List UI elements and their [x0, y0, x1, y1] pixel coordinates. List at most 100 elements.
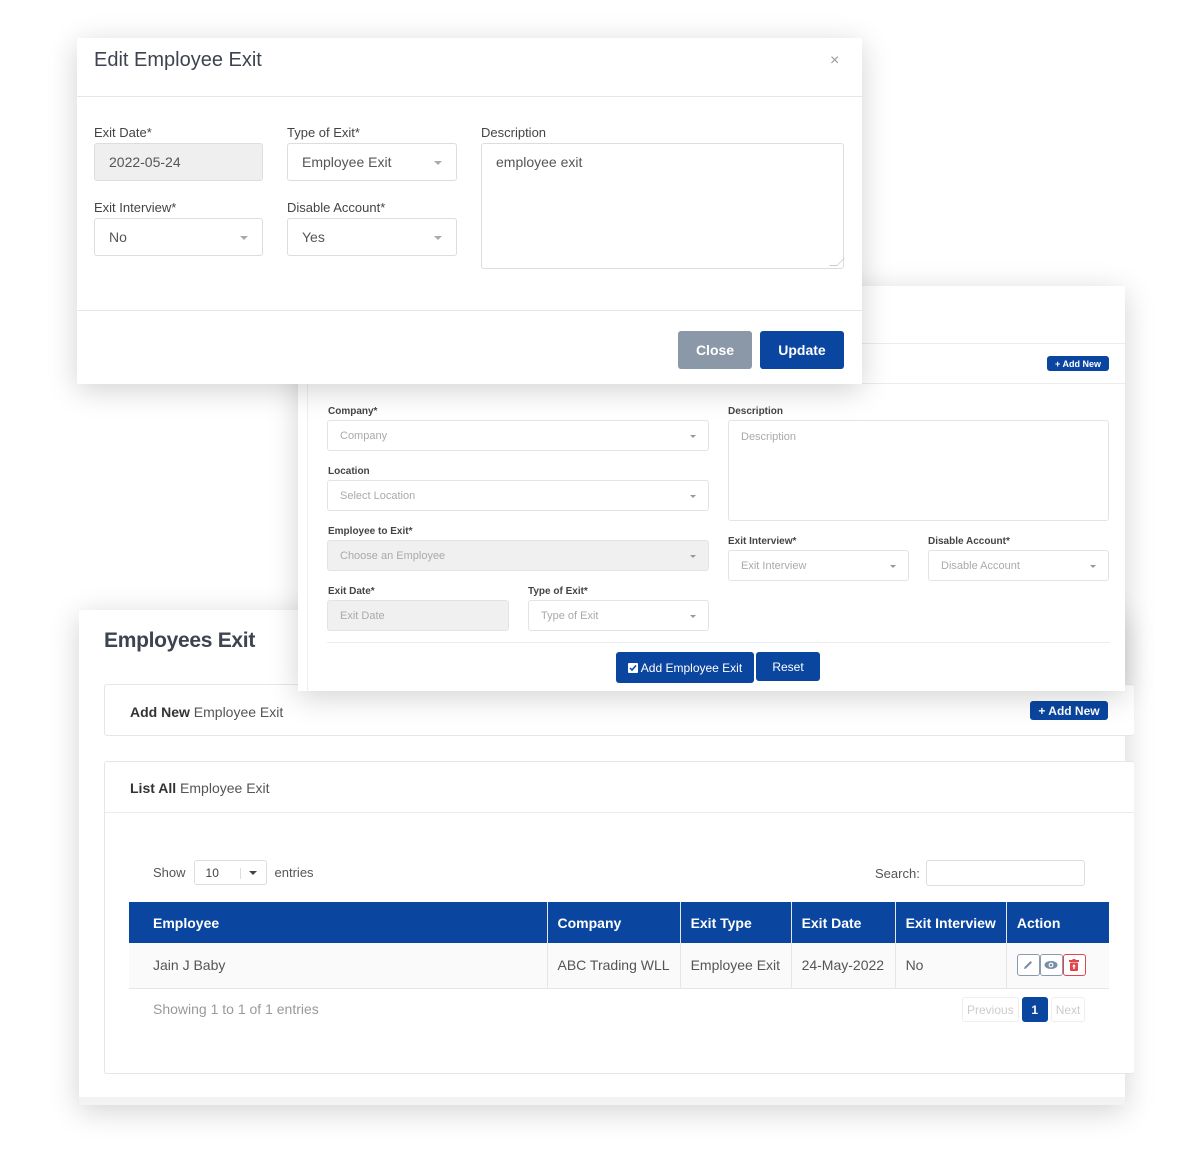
select-separator [239, 868, 241, 879]
entries-label: entries [274, 865, 314, 880]
employee-select[interactable]: Choose an Employee [327, 540, 709, 571]
list-all-bold: List All [130, 780, 177, 796]
pagination-next[interactable]: Next [1050, 997, 1086, 1022]
action-buttons [1016, 954, 1086, 977]
description-label: Description [728, 406, 784, 417]
check-square-icon [627, 662, 638, 673]
modal-exit-interview-select[interactable]: No [94, 218, 263, 256]
chevron-down-icon [1090, 565, 1096, 568]
chevron-down-icon [240, 236, 248, 240]
edit-icon [1024, 961, 1033, 970]
add-new-button[interactable]: + Add New [1030, 701, 1108, 720]
view-button[interactable] [1039, 954, 1063, 977]
employee-exit-table: Employee Company Exit Type Exit Date Exi… [129, 902, 1109, 989]
add-new-rest: Employee Exit [189, 704, 284, 720]
pagination-page-1[interactable]: 1 [1021, 997, 1048, 1022]
cell-exit-date: 24-May-2022 [790, 943, 896, 989]
table-row: Jain J Baby ABC Trading WLL Employee Exi… [129, 943, 1109, 989]
cell-actions [1005, 943, 1109, 989]
description-textarea[interactable]: Description [728, 420, 1109, 521]
type-of-exit-select[interactable]: Type of Exit [528, 600, 709, 631]
chevron-down-icon [890, 565, 896, 568]
employee-placeholder: Choose an Employee [340, 549, 446, 562]
chevron-down-icon [690, 435, 696, 438]
modal-exit-interview-value: No [109, 229, 127, 245]
list-all-rest: Employee Exit [176, 780, 270, 796]
search-control: Search: [875, 860, 1085, 886]
location-select[interactable]: Select Location [327, 480, 709, 511]
column-header-employee[interactable]: Employee [129, 902, 547, 943]
modal-disable-account-label: Disable Account* [287, 200, 386, 215]
chevron-down-icon [690, 495, 696, 498]
disable-account-select[interactable]: Disable Account [928, 550, 1109, 581]
column-header-company[interactable]: Company [546, 902, 681, 943]
table-info: Showing 1 to 1 of 1 entries [153, 1001, 319, 1017]
add-employee-exit-button[interactable]: Add Employee Exit [616, 652, 754, 683]
modal-exit-date-value: 2022-05-24 [109, 154, 181, 170]
company-placeholder: Company [340, 429, 388, 442]
exit-interview-select[interactable]: Exit Interview [728, 550, 909, 581]
employee-label: Employee to Exit* [328, 526, 413, 537]
type-of-exit-placeholder: Type of Exit [541, 609, 599, 622]
page-footer-strip [79, 1097, 1125, 1105]
divider [77, 96, 862, 97]
cell-employee: Jain J Baby [129, 943, 547, 989]
divider [77, 310, 862, 311]
company-label: Company* [328, 406, 378, 417]
chevron-down-icon [434, 236, 442, 240]
location-label: Location [328, 466, 370, 477]
cell-exit-interview: No [894, 943, 1007, 989]
divider [327, 642, 1110, 643]
length-value: 10 [205, 865, 219, 880]
panel-add-new-button[interactable]: + Add New [1047, 356, 1109, 371]
exit-date-placeholder: Exit Date [340, 609, 385, 622]
cell-exit-type: Employee Exit [679, 943, 792, 989]
modal-exit-date-label: Exit Date* [94, 125, 152, 140]
show-label: Show [153, 865, 186, 880]
location-placeholder: Select Location [340, 489, 416, 502]
edit-button[interactable] [1016, 954, 1040, 977]
modal-type-of-exit-value: Employee Exit [302, 154, 392, 170]
column-header-exit-date[interactable]: Exit Date [790, 902, 896, 943]
trash-icon [1069, 959, 1080, 972]
add-new-card: Add New Employee Exit [104, 684, 1134, 736]
delete-button[interactable] [1062, 954, 1086, 977]
close-icon[interactable]: × [830, 52, 839, 70]
page-title: Employees Exit [104, 629, 256, 652]
company-select[interactable]: Company [327, 420, 709, 451]
chevron-down-icon [248, 871, 257, 875]
modal-description-label: Description [481, 125, 547, 140]
resize-handle-icon[interactable] [829, 258, 845, 266]
modal-update-button[interactable]: Update [760, 331, 844, 369]
column-header-exit-type[interactable]: Exit Type [679, 902, 792, 943]
disable-account-label: Disable Account* [928, 536, 1010, 547]
reset-button[interactable]: Reset [756, 652, 820, 681]
modal-description-textarea[interactable]: employee exit [481, 143, 845, 269]
search-input[interactable] [925, 860, 1085, 886]
modal-type-of-exit-select[interactable]: Employee Exit [287, 143, 457, 181]
pagination-previous[interactable]: Previous [962, 997, 1019, 1022]
modal-disable-account-select[interactable]: Yes [287, 218, 457, 256]
column-header-exit-interview[interactable]: Exit Interview [894, 902, 1007, 943]
exit-date-input[interactable]: Exit Date [327, 600, 509, 631]
modal-exit-date-input[interactable]: 2022-05-24 [94, 143, 263, 181]
search-label: Search: [875, 865, 920, 881]
modal-close-button[interactable]: Close [678, 331, 752, 369]
exit-interview-placeholder: Exit Interview [741, 559, 807, 572]
chevron-down-icon [690, 555, 696, 558]
modal-title: Edit Employee Exit [94, 49, 262, 71]
list-all-card-title: List All Employee Exit [130, 780, 270, 796]
exit-date-label: Exit Date* [328, 586, 375, 597]
disable-account-placeholder: Disable Account [941, 559, 1020, 572]
exit-interview-label: Exit Interview* [728, 536, 797, 547]
entries-length-select[interactable]: 10 [193, 860, 267, 885]
edit-employee-exit-modal: Edit Employee Exit × Exit Date* 2022-05-… [77, 38, 862, 384]
type-of-exit-label: Type of Exit* [528, 586, 588, 597]
divider [307, 372, 308, 691]
modal-disable-account-value: Yes [302, 229, 325, 245]
table-header-row: Employee Company Exit Type Exit Date Exi… [129, 902, 1109, 943]
chevron-down-icon [690, 615, 696, 618]
chevron-down-icon [434, 161, 442, 165]
cell-company: ABC Trading WLL [546, 943, 681, 989]
pagination: Previous 1 Next [962, 997, 1086, 1022]
